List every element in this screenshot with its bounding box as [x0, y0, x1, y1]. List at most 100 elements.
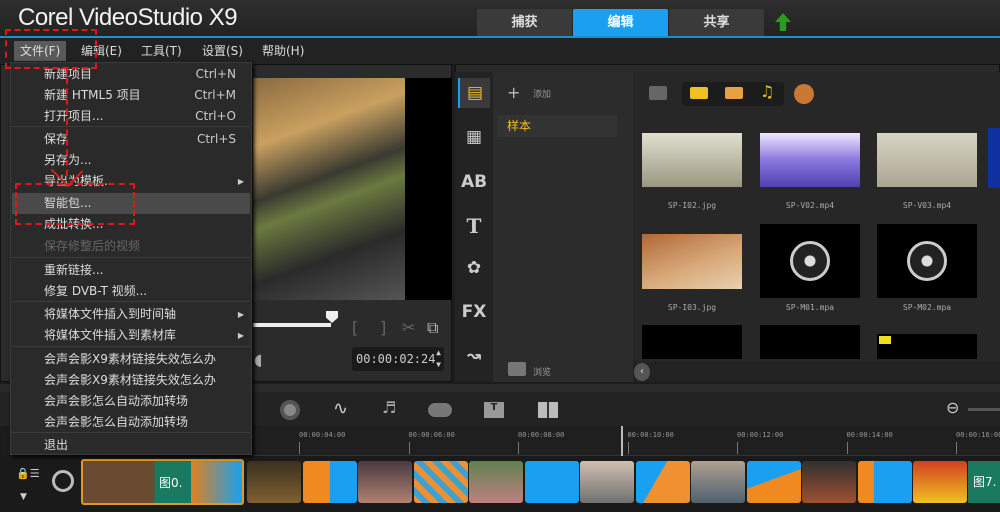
tab-edit[interactable]: 编辑 — [573, 9, 668, 37]
title-icon[interactable]: T — [458, 211, 490, 241]
folder-icon[interactable] — [649, 86, 667, 100]
playhead[interactable] — [621, 426, 623, 456]
scrubber-track[interactable] — [253, 323, 331, 327]
timeline-clip[interactable] — [524, 461, 579, 503]
menu-item[interactable]: 会声会影怎么自动添加转场 — [12, 412, 250, 433]
menu-item-label: 会声会影X9素材链接失效怎么办 — [44, 373, 216, 387]
menu-item[interactable]: 新建 HTML5 项目 Ctrl+M — [12, 85, 250, 106]
menu-separator — [12, 346, 250, 347]
ruler-tick — [299, 442, 300, 454]
thumbnail[interactable] — [760, 133, 860, 187]
menu-item[interactable]: 打开项目... Ctrl+O — [12, 106, 250, 127]
menu-help[interactable]: 帮助(H) — [256, 41, 310, 61]
menu-item[interactable]: 退出 — [12, 435, 250, 456]
mark-out-icon[interactable]: ] — [380, 318, 386, 337]
record-capture-icon[interactable] — [280, 400, 300, 420]
menu-item[interactable]: 会声会影怎么自动添加转场 — [12, 391, 250, 412]
timeline-clip[interactable] — [469, 461, 523, 503]
timeline-clip[interactable] — [635, 461, 690, 503]
audio-disc-icon — [790, 241, 830, 281]
submenu-arrow-icon: ▶ — [237, 310, 244, 319]
scissors-icon[interactable]: ✂ — [402, 318, 415, 337]
photo-filter-icon[interactable] — [725, 87, 743, 99]
ruler-tick-label: 00:00:06:00 — [408, 431, 455, 439]
thumbnail[interactable] — [642, 234, 742, 289]
motion-tracking-icon[interactable] — [428, 403, 452, 417]
thumbnail[interactable] — [877, 224, 977, 298]
add-folder-button[interactable]: 添加 — [533, 87, 551, 100]
add-icon[interactable]: + — [507, 83, 520, 102]
video-filter-icon[interactable] — [690, 87, 708, 99]
ruler-tick — [518, 442, 519, 454]
collapse-icon[interactable]: ‹ — [634, 363, 650, 381]
menu-item[interactable]: 另存为... — [12, 150, 250, 171]
timeline-clip-selected[interactable]: 图0. — [81, 459, 244, 505]
volume-icon[interactable]: ◖ — [254, 350, 262, 369]
menu-shortcut: Ctrl+M — [194, 88, 236, 102]
menu-item[interactable]: 会声会影X9素材链接失效怎么办 — [12, 349, 250, 370]
zoom-out-icon[interactable]: ⊖ — [946, 398, 959, 417]
thumbnail[interactable] — [877, 133, 977, 187]
timeline-clip[interactable] — [580, 461, 634, 503]
auto-music-icon[interactable]: ♬ — [382, 398, 396, 417]
timeline-clip[interactable] — [913, 461, 967, 503]
timeline-clip[interactable] — [247, 461, 301, 503]
menu-item[interactable]: 修复 DVB-T 视频... — [12, 281, 250, 302]
track-expand-icon[interactable]: ▼ — [20, 492, 27, 502]
timeline-clip[interactable] — [857, 461, 912, 503]
film-icon — [879, 336, 891, 344]
tab-capture[interactable]: 捕获 — [477, 9, 572, 37]
audio-filter-icon[interactable]: ♫ — [760, 82, 774, 101]
sound-mixer-icon[interactable]: ∿ — [333, 398, 348, 419]
thumbnail[interactable] — [642, 325, 742, 359]
folder-item-sample[interactable]: 样本 — [497, 115, 617, 137]
media-label: SP-I03.jpg — [667, 303, 717, 312]
browse-icon[interactable] — [508, 362, 526, 376]
timeline-clip[interactable] — [302, 461, 357, 503]
menu-item[interactable]: 将媒体文件插入到素材库 ▶ — [12, 325, 250, 346]
menu-tools[interactable]: 工具(T) — [135, 41, 188, 61]
menu-item-label: 会声会影X9素材链接失效怎么办 — [44, 352, 216, 366]
track-lock-icon[interactable]: 🔒☰ — [16, 467, 40, 480]
thumbnail[interactable] — [988, 128, 1000, 188]
zoom-slider[interactable] — [968, 408, 1000, 411]
fx-icon[interactable]: FX — [458, 297, 490, 327]
thumbnail[interactable] — [760, 224, 860, 298]
media-label: SP-M02.mpa — [902, 303, 952, 312]
menu-item[interactable]: 重新链接... — [12, 260, 250, 281]
tab-share[interactable]: 共享 — [669, 9, 764, 37]
graphics-icon[interactable]: ✿ — [458, 253, 490, 283]
path-icon[interactable]: ↝ — [458, 341, 490, 371]
copy-icon[interactable]: ⧉ — [427, 318, 438, 338]
instant-project-icon[interactable]: ▦ — [458, 122, 490, 152]
ruler-tick-label: 00:00:08:00 — [518, 431, 565, 439]
browse-button[interactable]: 浏览 — [533, 365, 551, 378]
thumbnail[interactable] — [877, 334, 977, 359]
timeline-clip[interactable] — [358, 461, 412, 503]
timeline-clip[interactable] — [802, 461, 856, 503]
thumbnail[interactable] — [642, 133, 742, 187]
menu-settings[interactable]: 设置(S) — [196, 41, 249, 61]
timeline-clip[interactable]: 图7. — [968, 461, 1000, 503]
transition-icon[interactable]: AB — [458, 167, 490, 197]
import-icon[interactable] — [794, 84, 814, 104]
file-menu-dropdown: 新建项目 Ctrl+N 新建 HTML5 项目 Ctrl+M 打开项目... Ctrl+O… — [10, 62, 252, 455]
media-grid — [633, 72, 1000, 362]
stepper-icon[interactable]: ▲ ▼ — [436, 347, 441, 371]
mark-in-icon[interactable]: [ — [352, 318, 358, 337]
menu-item-label: 新建 HTML5 项目 — [44, 88, 141, 102]
timeline-clip[interactable] — [413, 461, 468, 503]
timeline-clip[interactable] — [691, 461, 745, 503]
annotation-box — [15, 183, 135, 225]
menu-item-label: 修复 DVB-T 视频... — [44, 284, 148, 298]
media-icon[interactable]: ▤ — [458, 78, 490, 108]
timeline-clip[interactable] — [746, 461, 801, 503]
timecode-field[interactable]: 00:00:02:24 ▲ ▼ — [352, 347, 444, 371]
menu-item[interactable]: 保存 Ctrl+S — [12, 129, 250, 150]
multi-camera-icon[interactable] — [538, 402, 558, 418]
subtitle-editor-icon[interactable]: T — [484, 402, 504, 418]
thumbnail[interactable] — [760, 325, 860, 359]
menu-item[interactable]: 将媒体文件插入到时间轴 ▶ — [12, 304, 250, 325]
timecode-value: 00:00:02:24 — [356, 352, 436, 366]
menu-item[interactable]: 会声会影X9素材链接失效怎么办 — [12, 370, 250, 391]
